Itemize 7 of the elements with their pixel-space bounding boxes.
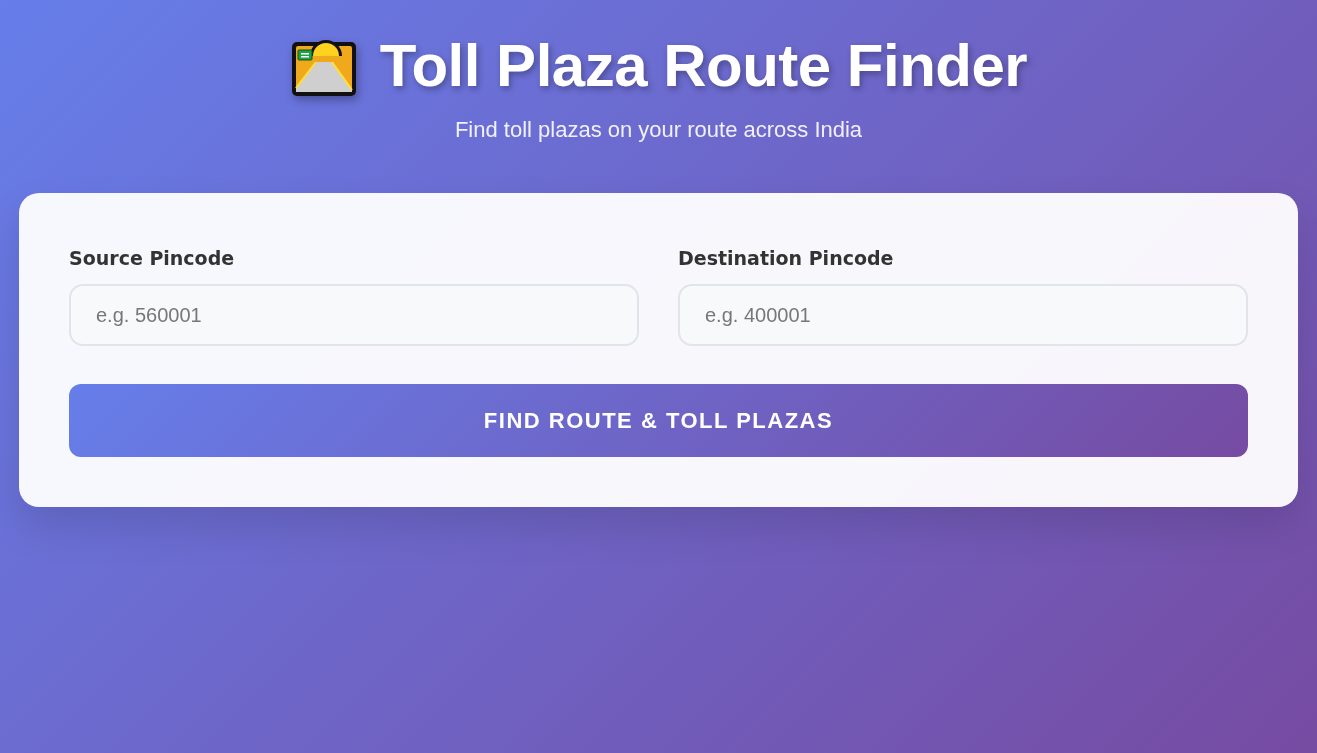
pincode-input[interactable]: e.g. 400001 [678,284,1248,346]
page-title: Toll Plaza Route Finder [379,31,1028,101]
page-subtitle: Find toll plazas on your route across India [454,116,863,144]
find-route-button[interactable]: FIND ROUTE & TOLL PLAZAS [69,384,1248,457]
pincode-input[interactable]: e.g. 560001 [69,284,639,346]
field-label: Source Pincode [69,246,236,271]
field-label: Destination Pincode [678,246,895,271]
